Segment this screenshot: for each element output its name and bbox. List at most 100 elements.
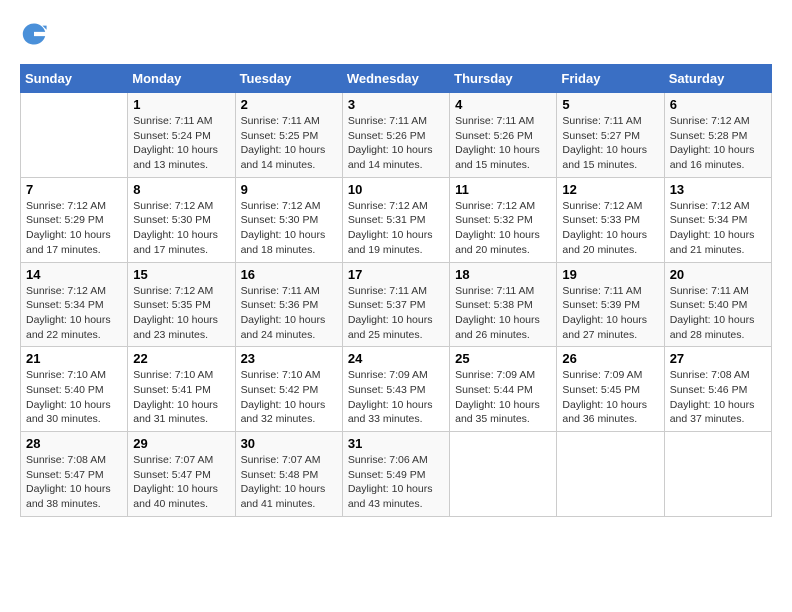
calendar-table: SundayMondayTuesdayWednesdayThursdayFrid…	[20, 64, 772, 517]
weekday-header-wednesday: Wednesday	[342, 65, 449, 93]
day-info: Sunrise: 7:11 AM Sunset: 5:25 PM Dayligh…	[241, 114, 337, 173]
calendar-cell: 22 Sunrise: 7:10 AM Sunset: 5:41 PM Dayli…	[128, 347, 235, 432]
day-number: 23	[241, 351, 337, 366]
day-info: Sunrise: 7:11 AM Sunset: 5:40 PM Dayligh…	[670, 284, 766, 343]
day-number: 7	[26, 182, 122, 197]
day-info: Sunrise: 7:07 AM Sunset: 5:48 PM Dayligh…	[241, 453, 337, 512]
day-info: Sunrise: 7:06 AM Sunset: 5:49 PM Dayligh…	[348, 453, 444, 512]
day-info: Sunrise: 7:12 AM Sunset: 5:30 PM Dayligh…	[241, 199, 337, 258]
calendar-cell: 20 Sunrise: 7:11 AM Sunset: 5:40 PM Dayli…	[664, 262, 771, 347]
calendar-cell: 11Sunrise: 7:12 AM Sunset: 5:32 PM Dayli…	[450, 177, 557, 262]
day-number: 6	[670, 97, 766, 112]
day-info: Sunrise: 7:12 AM Sunset: 5:29 PM Dayligh…	[26, 199, 122, 258]
day-number: 28	[26, 436, 122, 451]
weekday-header-saturday: Saturday	[664, 65, 771, 93]
day-number: 14	[26, 267, 122, 282]
day-number: 18	[455, 267, 551, 282]
day-info: Sunrise: 7:08 AM Sunset: 5:46 PM Dayligh…	[670, 368, 766, 427]
day-info: Sunrise: 7:09 AM Sunset: 5:44 PM Dayligh…	[455, 368, 551, 427]
calendar-cell: 3 Sunrise: 7:11 AM Sunset: 5:26 PM Daylig…	[342, 93, 449, 178]
calendar-body: 1 Sunrise: 7:11 AM Sunset: 5:24 PM Daylig…	[21, 93, 772, 517]
weekday-header-tuesday: Tuesday	[235, 65, 342, 93]
calendar-cell: 17 Sunrise: 7:11 AM Sunset: 5:37 PM Dayli…	[342, 262, 449, 347]
weekday-header-monday: Monday	[128, 65, 235, 93]
weekday-header-thursday: Thursday	[450, 65, 557, 93]
day-number: 10	[348, 182, 444, 197]
day-info: Sunrise: 7:12 AM Sunset: 5:33 PM Dayligh…	[562, 199, 658, 258]
calendar-week-2: 7 Sunrise: 7:12 AM Sunset: 5:29 PM Daylig…	[21, 177, 772, 262]
day-info: Sunrise: 7:10 AM Sunset: 5:41 PM Dayligh…	[133, 368, 229, 427]
day-info: Sunrise: 7:11 AM Sunset: 5:38 PM Dayligh…	[455, 284, 551, 343]
day-number: 15	[133, 267, 229, 282]
weekday-header-friday: Friday	[557, 65, 664, 93]
calendar-cell: 25 Sunrise: 7:09 AM Sunset: 5:44 PM Dayli…	[450, 347, 557, 432]
day-info: Sunrise: 7:11 AM Sunset: 5:27 PM Dayligh…	[562, 114, 658, 173]
calendar-cell: 9 Sunrise: 7:12 AM Sunset: 5:30 PM Daylig…	[235, 177, 342, 262]
day-info: Sunrise: 7:09 AM Sunset: 5:43 PM Dayligh…	[348, 368, 444, 427]
day-info: Sunrise: 7:12 AM Sunset: 5:35 PM Dayligh…	[133, 284, 229, 343]
page-header	[20, 20, 772, 48]
calendar-cell: 18 Sunrise: 7:11 AM Sunset: 5:38 PM Dayli…	[450, 262, 557, 347]
day-info: Sunrise: 7:11 AM Sunset: 5:37 PM Dayligh…	[348, 284, 444, 343]
calendar-cell: 1 Sunrise: 7:11 AM Sunset: 5:24 PM Daylig…	[128, 93, 235, 178]
calendar-cell: 24 Sunrise: 7:09 AM Sunset: 5:43 PM Dayli…	[342, 347, 449, 432]
day-number: 8	[133, 182, 229, 197]
day-number: 2	[241, 97, 337, 112]
calendar-cell	[21, 93, 128, 178]
day-info: Sunrise: 7:11 AM Sunset: 5:24 PM Dayligh…	[133, 114, 229, 173]
day-number: 4	[455, 97, 551, 112]
day-info: Sunrise: 7:12 AM Sunset: 5:34 PM Dayligh…	[670, 199, 766, 258]
calendar-cell	[664, 432, 771, 517]
day-number: 17	[348, 267, 444, 282]
day-number: 30	[241, 436, 337, 451]
calendar-cell: 26 Sunrise: 7:09 AM Sunset: 5:45 PM Dayli…	[557, 347, 664, 432]
day-info: Sunrise: 7:12 AM Sunset: 5:30 PM Dayligh…	[133, 199, 229, 258]
day-number: 13	[670, 182, 766, 197]
day-number: 1	[133, 97, 229, 112]
calendar-cell: 4Sunrise: 7:11 AM Sunset: 5:26 PM Daylig…	[450, 93, 557, 178]
day-info: Sunrise: 7:12 AM Sunset: 5:32 PM Dayligh…	[455, 199, 551, 258]
calendar-cell: 30 Sunrise: 7:07 AM Sunset: 5:48 PM Dayli…	[235, 432, 342, 517]
day-number: 9	[241, 182, 337, 197]
day-number: 21	[26, 351, 122, 366]
day-number: 31	[348, 436, 444, 451]
day-number: 27	[670, 351, 766, 366]
calendar-cell: 10 Sunrise: 7:12 AM Sunset: 5:31 PM Dayli…	[342, 177, 449, 262]
weekday-header-row: SundayMondayTuesdayWednesdayThursdayFrid…	[21, 65, 772, 93]
day-number: 25	[455, 351, 551, 366]
calendar-cell: 14Sunrise: 7:12 AM Sunset: 5:34 PM Dayli…	[21, 262, 128, 347]
day-number: 22	[133, 351, 229, 366]
calendar-cell: 23Sunrise: 7:10 AM Sunset: 5:42 PM Dayli…	[235, 347, 342, 432]
calendar-cell: 7 Sunrise: 7:12 AM Sunset: 5:29 PM Daylig…	[21, 177, 128, 262]
day-info: Sunrise: 7:11 AM Sunset: 5:26 PM Dayligh…	[348, 114, 444, 173]
calendar-cell	[450, 432, 557, 517]
calendar-cell: 15 Sunrise: 7:12 AM Sunset: 5:35 PM Dayli…	[128, 262, 235, 347]
day-info: Sunrise: 7:12 AM Sunset: 5:28 PM Dayligh…	[670, 114, 766, 173]
day-number: 24	[348, 351, 444, 366]
day-number: 5	[562, 97, 658, 112]
calendar-cell: 29Sunrise: 7:07 AM Sunset: 5:47 PM Dayli…	[128, 432, 235, 517]
calendar-cell: 8 Sunrise: 7:12 AM Sunset: 5:30 PM Daylig…	[128, 177, 235, 262]
day-info: Sunrise: 7:12 AM Sunset: 5:31 PM Dayligh…	[348, 199, 444, 258]
day-number: 26	[562, 351, 658, 366]
calendar-cell: 31 Sunrise: 7:06 AM Sunset: 5:49 PM Dayli…	[342, 432, 449, 517]
day-info: Sunrise: 7:07 AM Sunset: 5:47 PM Dayligh…	[133, 453, 229, 512]
calendar-cell: 12Sunrise: 7:12 AM Sunset: 5:33 PM Dayli…	[557, 177, 664, 262]
calendar-cell: 6 Sunrise: 7:12 AM Sunset: 5:28 PM Daylig…	[664, 93, 771, 178]
calendar-cell: 28Sunrise: 7:08 AM Sunset: 5:47 PM Dayli…	[21, 432, 128, 517]
calendar-cell: 5 Sunrise: 7:11 AM Sunset: 5:27 PM Daylig…	[557, 93, 664, 178]
calendar-cell: 21 Sunrise: 7:10 AM Sunset: 5:40 PM Dayli…	[21, 347, 128, 432]
calendar-week-3: 14Sunrise: 7:12 AM Sunset: 5:34 PM Dayli…	[21, 262, 772, 347]
day-number: 20	[670, 267, 766, 282]
logo-icon	[20, 20, 48, 48]
day-info: Sunrise: 7:09 AM Sunset: 5:45 PM Dayligh…	[562, 368, 658, 427]
calendar-cell: 13 Sunrise: 7:12 AM Sunset: 5:34 PM Dayli…	[664, 177, 771, 262]
calendar-week-1: 1 Sunrise: 7:11 AM Sunset: 5:24 PM Daylig…	[21, 93, 772, 178]
day-info: Sunrise: 7:11 AM Sunset: 5:39 PM Dayligh…	[562, 284, 658, 343]
calendar-cell: 16Sunrise: 7:11 AM Sunset: 5:36 PM Dayli…	[235, 262, 342, 347]
day-number: 3	[348, 97, 444, 112]
day-number: 16	[241, 267, 337, 282]
calendar-cell: 2 Sunrise: 7:11 AM Sunset: 5:25 PM Daylig…	[235, 93, 342, 178]
day-info: Sunrise: 7:10 AM Sunset: 5:40 PM Dayligh…	[26, 368, 122, 427]
logo	[20, 20, 52, 48]
